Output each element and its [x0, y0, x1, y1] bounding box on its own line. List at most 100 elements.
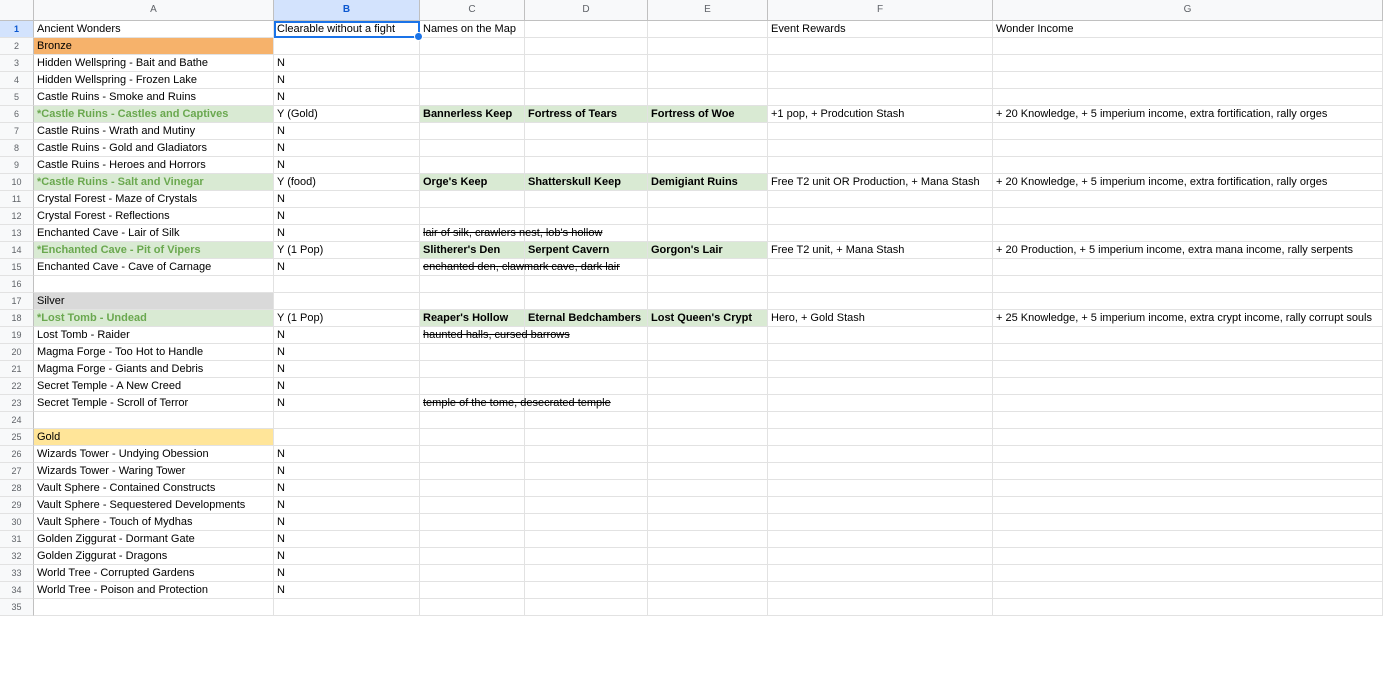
cell-a1[interactable]: Ancient Wonders — [34, 21, 274, 38]
cell-e28[interactable] — [648, 480, 768, 497]
cell-b1[interactable]: Clearable without a fight — [274, 21, 423, 41]
cell-d22[interactable] — [525, 378, 648, 395]
cell-f27[interactable] — [768, 463, 993, 480]
row-header[interactable]: 18 — [0, 310, 34, 327]
row-header[interactable]: 17 — [0, 293, 34, 310]
cell-d34[interactable] — [525, 582, 648, 599]
cell-g22[interactable] — [993, 378, 1383, 395]
row-header[interactable]: 26 — [0, 446, 34, 463]
cell-d6[interactable]: Fortress of Tears — [525, 106, 648, 123]
cell-f34[interactable] — [768, 582, 993, 599]
cell-a9[interactable]: Castle Ruins - Heroes and Horrors — [34, 157, 274, 174]
cell-a27[interactable]: Wizards Tower - Waring Tower — [34, 463, 274, 480]
cell-c18[interactable]: Reaper's Hollow — [420, 310, 525, 327]
cell-c17[interactable] — [420, 293, 525, 310]
cell-d25[interactable] — [525, 429, 648, 446]
cell-a22[interactable]: Secret Temple - A New Creed — [34, 378, 274, 395]
cell-c34[interactable] — [420, 582, 525, 599]
cell-b24[interactable] — [274, 412, 420, 429]
cell-b11[interactable]: N — [274, 191, 420, 208]
cell-f7[interactable] — [768, 123, 993, 140]
cell-c28[interactable] — [420, 480, 525, 497]
cell-g13[interactable] — [993, 225, 1383, 242]
row-header[interactable]: 33 — [0, 565, 34, 582]
cell-c15[interactable]: enchanted den, clawmark cave, dark lair — [420, 259, 620, 276]
cell-a34[interactable]: World Tree - Poison and Protection — [34, 582, 274, 599]
cell-f15[interactable] — [768, 259, 993, 276]
cell-b32[interactable]: N — [274, 548, 420, 565]
cell-b4[interactable]: N — [274, 72, 420, 89]
cell-d1[interactable] — [525, 21, 648, 38]
cell-e15[interactable] — [648, 259, 768, 276]
row-header[interactable]: 35 — [0, 599, 34, 616]
cell-a18[interactable]: *Lost Tomb - Undead — [34, 310, 274, 327]
row-header[interactable]: 3 — [0, 55, 34, 72]
cell-b10[interactable]: Y (food) — [274, 174, 420, 191]
column-header-c[interactable]: C — [420, 0, 525, 21]
cell-f12[interactable] — [768, 208, 993, 225]
cell-a15[interactable]: Enchanted Cave - Cave of Carnage — [34, 259, 274, 276]
cell-f26[interactable] — [768, 446, 993, 463]
cell-b15[interactable]: N — [274, 259, 420, 276]
row-header[interactable]: 2 — [0, 38, 34, 55]
cell-c10[interactable]: Orge's Keep — [420, 174, 525, 191]
cell-f33[interactable] — [768, 565, 993, 582]
cell-c29[interactable] — [420, 497, 525, 514]
cell-e34[interactable] — [648, 582, 768, 599]
cell-d21[interactable] — [525, 361, 648, 378]
row-header[interactable]: 20 — [0, 344, 34, 361]
cell-g31[interactable] — [993, 531, 1383, 548]
cell-e2[interactable] — [648, 38, 768, 55]
row-header[interactable]: 15 — [0, 259, 34, 276]
cell-a17[interactable]: Silver — [34, 293, 274, 310]
cell-d18[interactable]: Eternal Bedchambers — [525, 310, 648, 327]
cell-f13[interactable] — [768, 225, 993, 242]
cell-g7[interactable] — [993, 123, 1383, 140]
cell-b34[interactable]: N — [274, 582, 420, 599]
cell-g20[interactable] — [993, 344, 1383, 361]
cell-c5[interactable] — [420, 89, 525, 106]
cell-a13[interactable]: Enchanted Cave - Lair of Silk — [34, 225, 274, 242]
cell-c30[interactable] — [420, 514, 525, 531]
cell-g24[interactable] — [993, 412, 1383, 429]
cell-g32[interactable] — [993, 548, 1383, 565]
row-header[interactable]: 11 — [0, 191, 34, 208]
cell-a24[interactable] — [34, 412, 274, 429]
cell-a20[interactable]: Magma Forge - Too Hot to Handle — [34, 344, 274, 361]
cell-b9[interactable]: N — [274, 157, 420, 174]
cell-a14[interactable]: *Enchanted Cave - Pit of Vipers — [34, 242, 274, 259]
cell-a7[interactable]: Castle Ruins - Wrath and Mutiny — [34, 123, 274, 140]
cell-g6[interactable]: + 20 Knowledge, + 5 imperium income, ext… — [993, 106, 1383, 123]
cell-d33[interactable] — [525, 565, 648, 582]
cell-b26[interactable]: N — [274, 446, 420, 463]
cell-d28[interactable] — [525, 480, 648, 497]
row-header[interactable]: 22 — [0, 378, 34, 395]
cell-b28[interactable]: N — [274, 480, 420, 497]
cell-c27[interactable] — [420, 463, 525, 480]
cell-c9[interactable] — [420, 157, 525, 174]
cell-e17[interactable] — [648, 293, 768, 310]
cell-c35[interactable] — [420, 599, 525, 616]
cell-f1[interactable]: Event Rewards — [768, 21, 993, 38]
cell-e3[interactable] — [648, 55, 768, 72]
row-header[interactable]: 21 — [0, 361, 34, 378]
cell-b17[interactable] — [274, 293, 420, 310]
cell-f30[interactable] — [768, 514, 993, 531]
cell-f32[interactable] — [768, 548, 993, 565]
column-header-f[interactable]: F — [768, 0, 993, 21]
cell-b6[interactable]: Y (Gold) — [274, 106, 420, 123]
cell-e9[interactable] — [648, 157, 768, 174]
cell-g35[interactable] — [993, 599, 1383, 616]
row-header[interactable]: 34 — [0, 582, 34, 599]
cell-d16[interactable] — [525, 276, 648, 293]
cell-c19[interactable]: haunted halls, cursed barrows — [420, 327, 570, 344]
cell-c13[interactable]: lair of silk, crawlers nest, lob's hollo… — [420, 225, 602, 242]
row-header[interactable]: 9 — [0, 157, 34, 174]
cell-g14[interactable]: + 20 Production, + 5 imperium income, ex… — [993, 242, 1383, 259]
row-header[interactable]: 30 — [0, 514, 34, 531]
cell-b35[interactable] — [274, 599, 420, 616]
cell-g34[interactable] — [993, 582, 1383, 599]
cell-g1[interactable]: Wonder Income — [993, 21, 1383, 38]
cell-d12[interactable] — [525, 208, 648, 225]
cell-f25[interactable] — [768, 429, 993, 446]
